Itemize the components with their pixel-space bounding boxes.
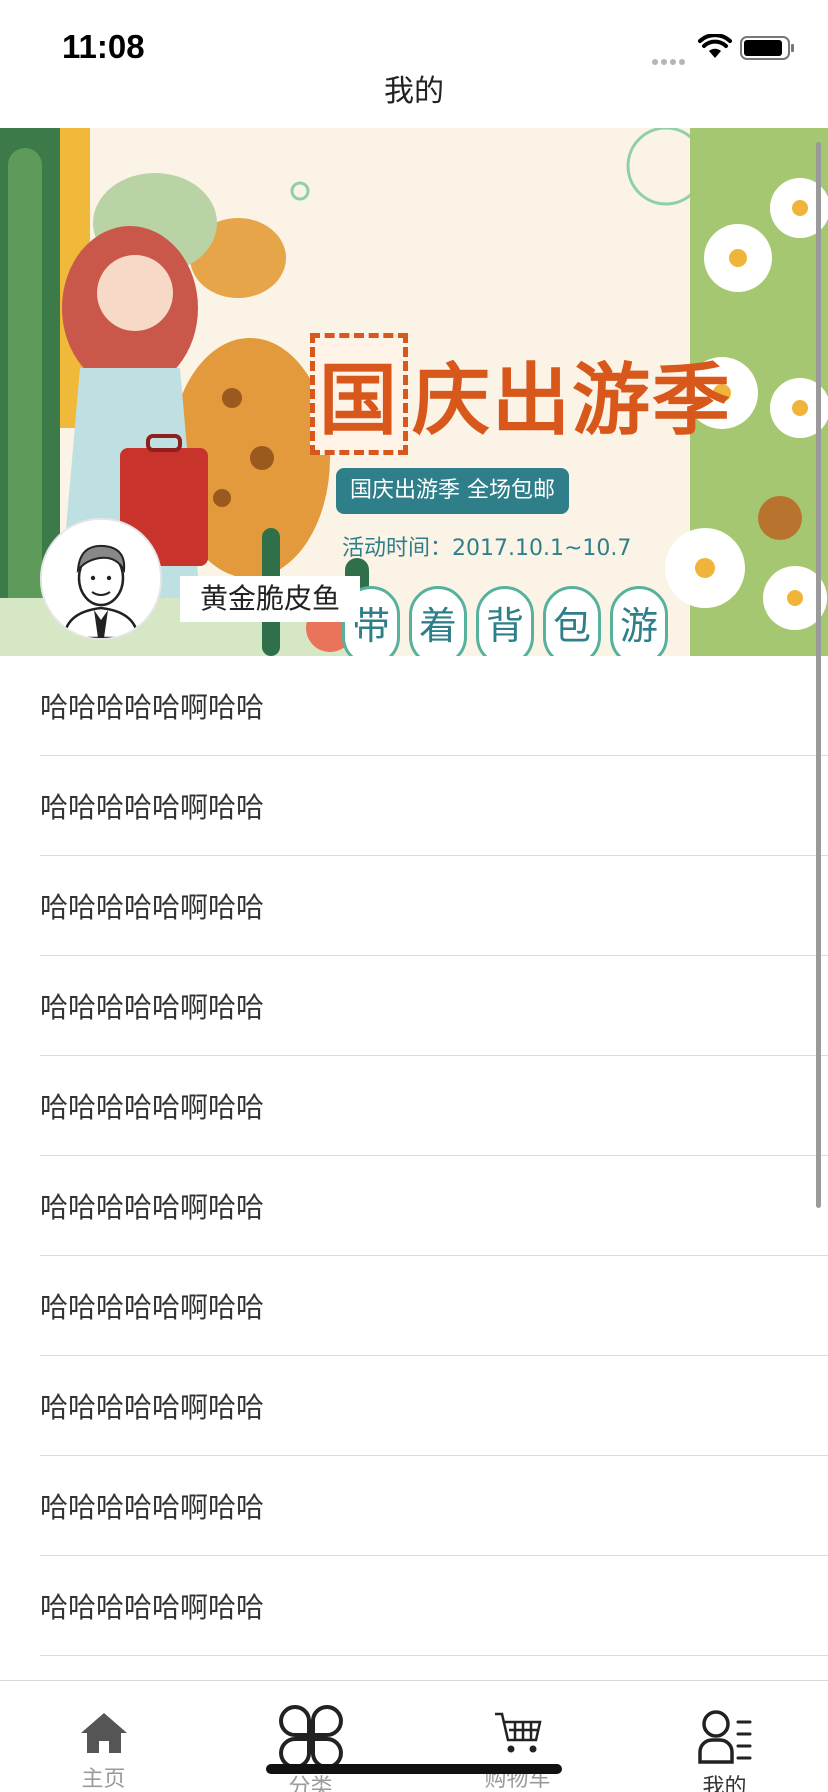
home-indicator[interactable] [266, 1764, 562, 1774]
tab-bar: 主页 分类 购物车 我的 [0, 1680, 828, 1792]
list-item[interactable]: 哈哈哈哈哈啊哈哈 [40, 1456, 828, 1556]
profile-icon [697, 1710, 751, 1764]
tab-cart[interactable]: 购物车 [414, 1681, 621, 1792]
list-item[interactable]: 哈哈哈哈哈啊哈哈 [40, 656, 828, 756]
wifi-icon [698, 34, 732, 58]
list-item-label: 哈哈哈哈哈啊哈哈 [40, 690, 265, 724]
tab-label: 主页 [81, 1767, 126, 1792]
status-time: 11:08 [62, 28, 145, 65]
banner-subtitle: 国庆出游季 全场包邮 [336, 468, 569, 514]
list-item-label: 哈哈哈哈哈啊哈哈 [40, 1590, 265, 1624]
list-item-label: 哈哈哈哈哈啊哈哈 [40, 1290, 265, 1324]
list-item[interactable]: 哈哈哈哈哈啊哈哈 [40, 956, 828, 1056]
avatar-man-icon [42, 520, 160, 638]
banner-title: 国庆出游季 [310, 333, 732, 455]
avatar[interactable] [40, 518, 162, 640]
cellular-signal-icon [652, 50, 692, 65]
list-item[interactable]: 哈哈哈哈哈啊哈哈 [40, 856, 828, 956]
list-item-label: 哈哈哈哈哈啊哈哈 [40, 790, 265, 824]
list-item[interactable]: 哈哈哈哈哈啊哈哈 [40, 1356, 828, 1456]
list-item-label: 哈哈哈哈哈啊哈哈 [40, 890, 265, 924]
username-label: 黄金脆皮鱼 [180, 576, 361, 622]
list-item[interactable]: 哈哈哈哈哈啊哈哈 [40, 1556, 828, 1656]
vertical-scrollbar[interactable] [816, 142, 821, 1208]
category-icon [278, 1705, 343, 1769]
banner-circle-char: 背 [476, 586, 534, 656]
page-title: 我的 [384, 74, 444, 109]
banner-date: 活动时间：2017.10.1~10.7 [342, 536, 632, 561]
menu-list: 哈哈哈哈哈啊哈哈 哈哈哈哈哈啊哈哈 哈哈哈哈哈啊哈哈 哈哈哈哈哈啊哈哈 哈哈哈哈… [0, 656, 828, 1656]
app-root: 11:08 我的 国 庆出游季 国庆出游季 全场包邮 活动时间：2017.10.… [0, 0, 828, 1792]
home-icon [80, 1713, 127, 1753]
cart-icon [494, 1712, 542, 1753]
list-item-label: 哈哈哈哈哈啊哈哈 [40, 1390, 265, 1424]
list-item[interactable]: 哈哈哈哈哈啊哈哈 [40, 1156, 828, 1256]
list-item[interactable]: 哈哈哈哈哈啊哈哈 [40, 1256, 828, 1356]
list-item-label: 哈哈哈哈哈啊哈哈 [40, 1490, 265, 1524]
banner-circle-char: 着 [409, 586, 467, 656]
tab-profile[interactable]: 我的 [621, 1681, 828, 1792]
banner-title-first: 国 [310, 333, 409, 455]
banner-circle-char: 包 [543, 586, 601, 656]
banner-title-rest: 庆出游季 [412, 356, 733, 446]
tab-label: 我的 [702, 1775, 747, 1792]
banner-circle-char: 游 [610, 586, 668, 656]
tab-category[interactable]: 分类 [207, 1681, 414, 1792]
battery-icon [740, 36, 794, 60]
list-item-label: 哈哈哈哈哈啊哈哈 [40, 1090, 265, 1124]
list-item-label: 哈哈哈哈哈啊哈哈 [40, 1190, 265, 1224]
list-item-label: 哈哈哈哈哈啊哈哈 [40, 990, 265, 1024]
list-item[interactable]: 哈哈哈哈哈啊哈哈 [40, 1056, 828, 1156]
tab-home[interactable]: 主页 [0, 1681, 207, 1792]
banner-circle-slogan: 带 着 背 包 游 [342, 586, 677, 656]
list-item[interactable]: 哈哈哈哈哈啊哈哈 [40, 756, 828, 856]
